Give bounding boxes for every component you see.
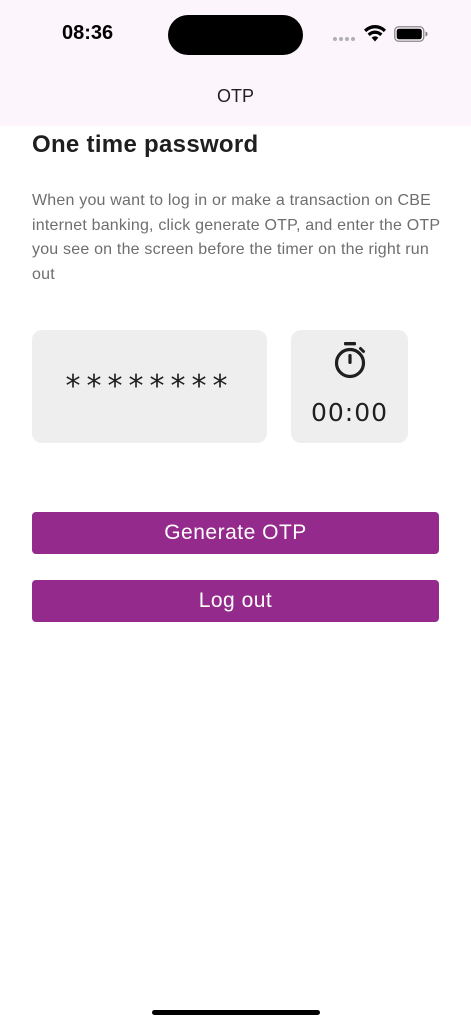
stopwatch-icon (334, 342, 366, 379)
logout-button[interactable]: Log out (32, 580, 439, 622)
dynamic-island (168, 15, 303, 55)
page-title: One time password (32, 131, 259, 158)
otp-instructions: When you want to log in or make a transa… (32, 192, 440, 283)
otp-value: ******** (65, 369, 234, 404)
top-bar: 08:36 OTP (0, 0, 471, 126)
timer-card: 00:00 (291, 330, 408, 443)
otp-screen: 08:36 OTP One time password When you wan… (0, 0, 471, 1024)
otp-display-card: ******** (32, 330, 267, 443)
generate-otp-button[interactable]: Generate OTP (32, 512, 439, 554)
home-indicator[interactable] (152, 1010, 320, 1015)
battery-icon (394, 26, 428, 42)
app-bar-title: OTP (216, 86, 254, 106)
timer-value: 00:00 (310, 398, 389, 427)
status-time: 08:36 (62, 22, 114, 44)
signal-icon (333, 37, 355, 41)
wifi-icon (364, 25, 386, 42)
